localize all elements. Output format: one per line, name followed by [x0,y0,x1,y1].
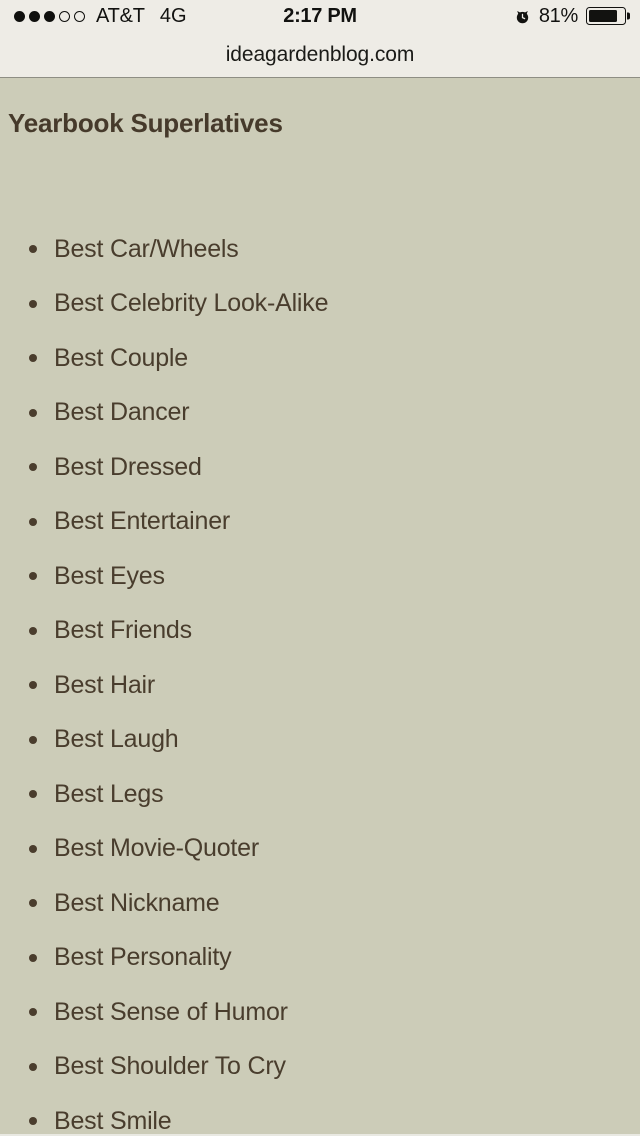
alarm-clock-icon [516,10,529,23]
list-item: Best Sense of Humor [0,985,600,1040]
list-bullet-icon [29,517,37,526]
superlatives-list: Best Car/Wheels Best Celebrity Look-Alike… [0,222,600,1135]
list-bullet-icon [29,245,37,254]
list-item-label: Best Shoulder To Cry [54,1052,286,1081]
browser-chrome: AT&T 4G 2:17 PM 81% ideagardenblog.com [0,0,640,78]
list-item-second-column [633,658,640,713]
list-item: Best Legs [0,767,600,822]
list-item-label: Best Smile [54,1106,172,1135]
page-title: Yearbook Superlatives [8,108,283,138]
list-item-second-column [633,331,640,386]
list-item-second-column [633,277,640,332]
list-item-label: Best Movie-Quoter [54,834,260,863]
list-item: Best Entertainer [0,495,600,550]
list-item-label: Best Laugh [54,725,179,754]
list-item: Best Shoulder To Cry [0,1040,600,1095]
network-type-label: 4G [159,4,187,27]
list-bullet-icon [29,572,37,581]
list-bullet-icon [29,1117,37,1126]
url-bar[interactable]: ideagardenblog.com [0,32,640,77]
signal-dot-empty [74,10,85,22]
list-item: Best Dressed [0,440,600,495]
list-item-label: Best Legs [54,779,164,808]
url-text[interactable]: ideagardenblog.com [226,43,415,67]
status-bar-right: 81% [514,5,626,28]
carrier-label: AT&T [96,4,145,27]
list-item-label: Best Celebrity Look-Alike [54,289,329,318]
list-bullet-icon [29,681,37,690]
battery-fill [588,9,617,23]
list-item-second-column [633,549,640,604]
list-bullet-icon [29,463,37,472]
battery-percent-label: 81% [538,4,578,27]
list-item-label: Best Dressed [54,452,202,481]
list-item: Best Personality [0,931,600,986]
list-bullet-icon [29,1062,37,1071]
list-bullet-icon [29,899,37,908]
list-item: Best Dancer [0,386,600,441]
list-item: Best Celebrity Look-Alike [0,277,600,332]
list-item-second-column [633,876,640,931]
list-item-label: Best Dancer [54,398,190,427]
list-item-second-column [633,1094,640,1134]
list-item: Best Hair [0,658,600,713]
list-item-second-column [633,822,640,877]
list-bullet-icon [29,1008,37,1017]
list-item-second-column [633,1040,640,1095]
list-item-label: Best Personality [54,943,232,972]
list-item-second-column [633,604,640,659]
list-item: Best Eyes [0,549,600,604]
list-item-label: Best Hair [54,670,156,699]
list-item-second-column [633,386,640,441]
list-bullet-icon [29,844,37,853]
list-item: Best Movie-Quoter [0,822,600,877]
list-item: Best Friends [0,604,600,659]
list-bullet-icon [29,354,37,363]
list-item-label: Best Nickname [54,888,220,917]
list-item-label: Best Sense of Humor [54,997,288,1026]
signal-dot-filled [44,10,55,22]
web-page-content: Yearbook Superlatives Best Car/Wheels Bes… [0,78,640,1136]
signal-dot-filled [14,10,25,22]
list-item-second-column [633,931,640,986]
status-bar: AT&T 4G 2:17 PM 81% [0,0,640,32]
signal-dot-filled [29,10,40,22]
list-bullet-icon [29,626,37,635]
list-item-label: Best Eyes [54,561,165,590]
signal-dots-icon [14,10,85,22]
list-bullet-icon [29,790,37,799]
list-item-label: Best Entertainer [54,507,231,536]
list-item-second-column [633,985,640,1040]
list-bullet-icon [29,408,37,417]
clock-label: 2:17 PM [283,4,357,27]
list-bullet-icon [29,953,37,962]
signal-dot-empty [59,10,70,22]
superlatives-list-second-column [633,222,640,1134]
list-item-label: Best Car/Wheels [54,234,239,263]
status-bar-left: AT&T 4G [14,5,187,28]
list-bullet-icon [29,735,37,744]
list-item: Best Nickname [0,876,600,931]
list-item-second-column [633,713,640,768]
list-item: Best Laugh [0,713,600,768]
list-item-second-column [633,495,640,550]
list-item-second-column [633,222,640,277]
battery-icon [586,7,626,25]
list-bullet-icon [29,299,37,308]
list-item-label: Best Couple [54,343,188,372]
list-item: Best Smile [0,1094,600,1135]
list-item-label: Best Friends [54,616,192,645]
list-item: Best Car/Wheels [0,222,600,277]
list-item-second-column [633,440,640,495]
list-item: Best Couple [0,331,600,386]
list-item-second-column [633,767,640,822]
